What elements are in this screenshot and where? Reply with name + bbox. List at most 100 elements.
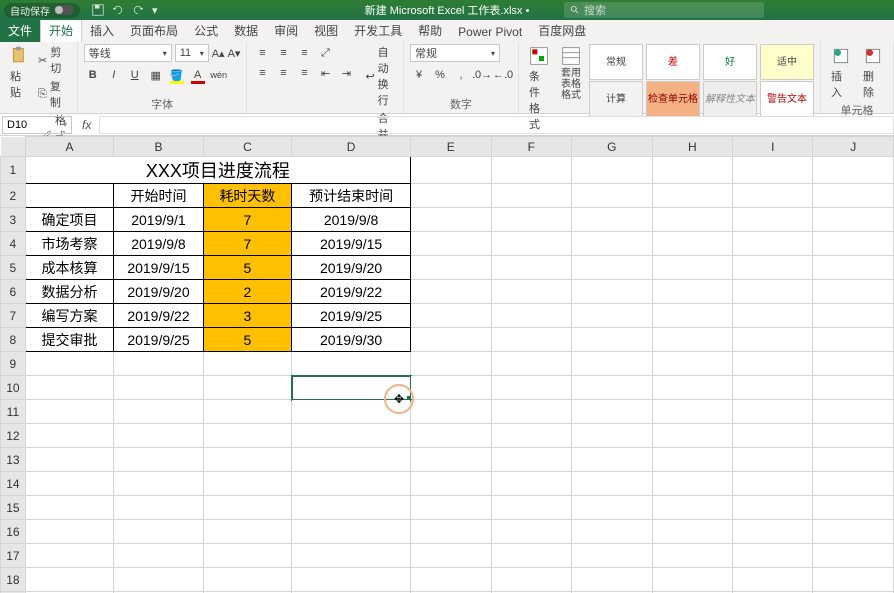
style-neutral[interactable]: 适中 [760,44,814,80]
cell[interactable] [25,568,113,592]
cell[interactable] [733,184,813,208]
cell[interactable] [733,400,813,424]
cell[interactable] [572,520,653,544]
font-name-select[interactable]: 等线▾ [84,44,172,62]
cell[interactable] [572,256,653,280]
name-box[interactable]: D10 ▾ [2,116,72,134]
row-header-9[interactable]: 9 [1,352,26,376]
row-header-15[interactable]: 15 [1,496,26,520]
align-right-icon[interactable]: ≡ [295,64,313,82]
cell[interactable] [292,472,411,496]
tab-layout[interactable]: 页面布局 [122,19,186,42]
cell[interactable] [652,328,733,352]
search-box[interactable]: 搜索 [564,2,764,18]
font-size-select[interactable]: 11▾ [175,44,209,62]
cell[interactable] [652,157,733,184]
col-header-C[interactable]: C [203,137,291,157]
cell[interactable] [491,544,571,568]
cell[interactable]: 2019/9/22 [292,280,411,304]
cell[interactable] [114,544,203,568]
cell[interactable] [813,376,894,400]
cell[interactable] [572,184,653,208]
style-calc[interactable]: 计算 [589,81,643,117]
cell[interactable] [203,520,291,544]
cell[interactable] [733,424,813,448]
fx-icon[interactable]: fx [74,118,99,132]
cell[interactable] [114,400,203,424]
cell[interactable]: 2019/9/8 [292,208,411,232]
cell[interactable]: 3 [203,304,291,328]
cell[interactable] [203,400,291,424]
cell[interactable]: 2019/9/8 [114,232,203,256]
cell[interactable] [733,520,813,544]
cell[interactable] [652,352,733,376]
cell[interactable] [411,424,492,448]
align-bottom-icon[interactable]: ≡ [295,44,313,62]
cell[interactable] [292,520,411,544]
redo-icon[interactable] [132,4,144,17]
cell[interactable] [491,376,571,400]
cell[interactable] [203,424,291,448]
cell[interactable] [733,280,813,304]
row-header-14[interactable]: 14 [1,472,26,496]
cell[interactable] [652,400,733,424]
cell[interactable]: XXX项目进度流程 [25,157,410,184]
underline-button[interactable]: U [126,66,144,84]
cut-button[interactable]: ✂剪切 [38,44,71,76]
cell[interactable] [491,352,571,376]
cell[interactable] [411,448,492,472]
cell[interactable] [813,256,894,280]
tab-view[interactable]: 视图 [306,19,346,42]
cell[interactable] [572,304,653,328]
cell[interactable]: 2019/9/25 [114,328,203,352]
cell[interactable] [813,448,894,472]
autosave-toggle[interactable]: 自动保存 [4,3,80,18]
cell[interactable]: 2019/9/20 [292,256,411,280]
cell[interactable] [491,496,571,520]
cell[interactable] [411,568,492,592]
cell[interactable] [572,448,653,472]
cell[interactable] [652,256,733,280]
row-header-18[interactable]: 18 [1,568,26,592]
tab-baidu[interactable]: 百度网盘 [530,19,594,42]
cell[interactable] [25,544,113,568]
cell[interactable] [813,424,894,448]
col-header-B[interactable]: B [114,137,203,157]
cell[interactable] [813,520,894,544]
cell[interactable] [411,232,492,256]
cell[interactable] [25,496,113,520]
cell[interactable]: 2019/9/20 [114,280,203,304]
cell[interactable] [652,304,733,328]
tab-insert[interactable]: 插入 [82,19,122,42]
cell[interactable] [25,424,113,448]
cell[interactable] [652,184,733,208]
cell[interactable] [491,232,571,256]
dec-decimal-icon[interactable]: ←.0 [494,66,512,84]
font-color-button[interactable]: A [189,66,207,84]
cell[interactable] [733,232,813,256]
cell[interactable] [114,496,203,520]
cell[interactable] [491,520,571,544]
cell[interactable] [733,568,813,592]
cell[interactable] [25,184,113,208]
cell[interactable] [733,304,813,328]
cell[interactable]: 确定项目 [25,208,113,232]
cell[interactable]: 耗时天数 [203,184,291,208]
row-header-11[interactable]: 11 [1,400,26,424]
indent-inc-icon[interactable]: ⇥ [337,64,355,82]
cell[interactable] [203,496,291,520]
align-middle-icon[interactable]: ≡ [274,44,292,62]
cell[interactable] [114,472,203,496]
cell[interactable] [203,448,291,472]
cell[interactable]: 2019/9/15 [114,256,203,280]
cell[interactable] [813,208,894,232]
row-header-1[interactable]: 1 [1,157,26,184]
cell[interactable] [411,328,492,352]
row-header-16[interactable]: 16 [1,520,26,544]
cell[interactable] [411,472,492,496]
row-header-6[interactable]: 6 [1,280,26,304]
cell[interactable] [411,496,492,520]
cell[interactable] [114,424,203,448]
qat-more-icon[interactable]: ▾ [152,4,158,17]
paste-button[interactable]: 粘贴 [6,44,34,102]
